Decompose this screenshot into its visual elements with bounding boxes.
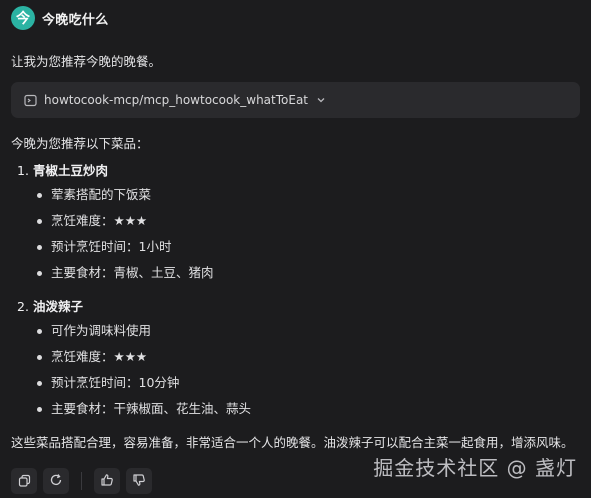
- thumbs-down-button[interactable]: [126, 468, 152, 494]
- chat-view: 今 今晚吃什么 让我为您推荐今晚的晚餐。 howtocook-mcp/mcp_h…: [0, 0, 591, 498]
- copy-button[interactable]: [11, 468, 37, 494]
- dish-number: 2.: [17, 299, 29, 314]
- dish-name: 油泼辣子: [32, 299, 83, 314]
- intro-text: 让我为您推荐今晚的晚餐。: [11, 54, 162, 69]
- tool-call-toggle[interactable]: howtocook-mcp/mcp_howtocook_whatToEat: [11, 82, 580, 118]
- message-actions: [11, 468, 152, 494]
- summary-text: 这些菜品搭配合理，容易准备，非常适合一个人的晚餐。油泼辣子可以配合主菜一起食用，…: [11, 435, 574, 450]
- regenerate-button[interactable]: [43, 468, 69, 494]
- thumbs-up-icon: [100, 472, 114, 491]
- dish-detail: 主要食材：干辣椒面、花生油、蒜头: [11, 396, 580, 422]
- app-title: 今晚吃什么: [42, 12, 109, 28]
- tool-icon: [23, 93, 37, 107]
- watermark: 掘金技术社区 @ 盏灯: [373, 456, 577, 480]
- dish-title: 1. 青椒土豆炒肉: [11, 160, 580, 179]
- action-divider: [81, 472, 82, 490]
- thumbs-down-icon: [132, 472, 146, 491]
- dish-item: 1. 青椒土豆炒肉 荤素搭配的下饭菜 烹饪难度：★★★ 预计烹饪时间：1小时 主要…: [11, 160, 580, 286]
- dish-number: 1.: [17, 163, 29, 178]
- dish-detail: 主要食材：青椒、土豆、猪肉: [11, 260, 580, 286]
- copy-icon: [18, 472, 31, 491]
- dish-detail: 荤素搭配的下饭菜: [11, 182, 580, 208]
- chat-header: 今 今晚吃什么: [11, 0, 580, 34]
- dish-detail: 烹饪难度：★★★: [11, 208, 580, 234]
- logo-char: 今: [16, 11, 30, 27]
- dish-title: 2. 油泼辣子: [11, 296, 580, 315]
- dish-detail: 可作为调味料使用: [11, 318, 580, 344]
- dish-detail: 预计烹饪时间：1小时: [11, 234, 580, 260]
- dish-details: 可作为调味料使用 烹饪难度：★★★ 预计烹饪时间：10分钟 主要食材：干辣椒面、…: [11, 318, 580, 422]
- lead-text: 今晚为您推荐以下菜品：: [11, 136, 149, 151]
- chevron-down-icon: [316, 95, 326, 105]
- dish-detail: 预计烹饪时间：10分钟: [11, 370, 580, 396]
- dish-item: 2. 油泼辣子 可作为调味料使用 烹饪难度：★★★ 预计烹饪时间：10分钟 主要食…: [11, 296, 580, 422]
- regenerate-icon: [49, 472, 63, 491]
- dish-name: 青椒土豆炒肉: [32, 163, 108, 178]
- dish-detail: 烹饪难度：★★★: [11, 344, 580, 370]
- tool-call-label: howtocook-mcp/mcp_howtocook_whatToEat: [44, 93, 309, 107]
- dish-details: 荤素搭配的下饭菜 烹饪难度：★★★ 预计烹饪时间：1小时 主要食材：青椒、土豆、…: [11, 182, 580, 286]
- thumbs-up-button[interactable]: [94, 468, 120, 494]
- app-logo: 今: [11, 6, 35, 30]
